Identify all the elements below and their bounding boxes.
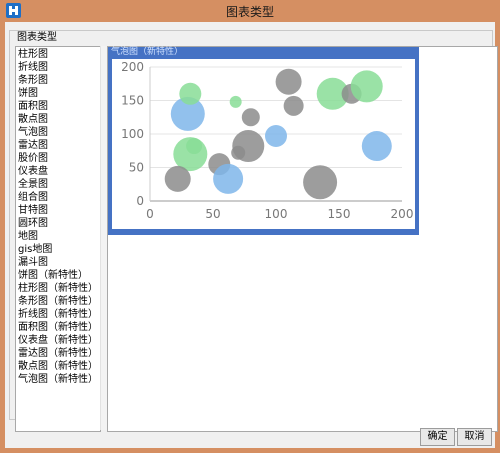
chart-type-item[interactable]: 股价图 (16, 152, 99, 165)
chart-type-item[interactable]: 全景图 (16, 178, 99, 191)
chart-thumbnail[interactable]: 气泡图（新特性） 0 50 100 150 200 0 50 100 150 200 (108, 47, 419, 235)
thumbnail-label: 气泡图（新特性） (111, 47, 184, 58)
bubble (350, 70, 383, 103)
chart-type-item[interactable]: 面积图 (16, 100, 99, 113)
group-title: 图表类型 (16, 32, 58, 44)
bubble (265, 125, 287, 148)
chart-type-item[interactable]: 地图 (16, 230, 99, 243)
y-tick-label: 150 (121, 94, 144, 108)
bubble (229, 95, 242, 108)
x-tick-label: 200 (391, 207, 414, 221)
chart-type-item[interactable]: 漏斗图 (16, 256, 99, 269)
chart-type-item[interactable]: 雷达图（新特性） (16, 347, 99, 360)
chart-type-item[interactable]: 组合图 (16, 191, 99, 204)
bubble (361, 131, 392, 162)
chart-type-item[interactable]: 甘特图 (16, 204, 99, 217)
y-tick-label: 50 (129, 161, 144, 175)
bubble-chart: 0 50 100 150 200 0 50 100 150 200 (121, 60, 414, 221)
chart-type-item[interactable]: 柱形图 (16, 48, 99, 61)
window-title: 图表类型 (225, 5, 274, 19)
x-tick-label: 150 (328, 207, 351, 221)
chart-type-item[interactable]: 折线图 (16, 61, 99, 74)
chart-type-item[interactable]: 柱形图（新特性） (16, 282, 99, 295)
chart-type-item[interactable]: 散点图（新特性） (16, 360, 99, 373)
bubble (179, 82, 202, 105)
bubble (275, 68, 302, 95)
chart-canvas: 0 50 100 150 200 0 50 100 150 200 (112, 59, 415, 229)
chart-type-group: 图表类型 柱形图 折线图 条形图 饼图 面积图 散点图 气泡图 雷达图 股价图 仪表盘 全景图 组合图… (9, 30, 498, 432)
x-tick-label: 50 (205, 207, 220, 221)
cancel-button[interactable]: 取消 (457, 428, 492, 446)
chart-type-item[interactable]: 气泡图 (16, 126, 99, 139)
chart-type-list[interactable]: 柱形图 折线图 条形图 饼图 面积图 散点图 气泡图 雷达图 股价图 仪表盘 全景图 组合图 甘特图 圆环… (15, 46, 101, 432)
list-scrollbar[interactable] (100, 46, 107, 430)
chart-type-item[interactable]: 条形图（新特性） (16, 295, 99, 308)
preview-area: 气泡图（新特性） 0 50 100 150 200 0 50 100 150 200 (107, 46, 498, 432)
y-tick-label: 0 (136, 194, 144, 208)
y-tick-label: 100 (121, 127, 144, 141)
chart-type-item[interactable]: 饼图（新特性） (16, 269, 99, 282)
title-bar: 图表类型 (0, 0, 500, 22)
chart-type-item[interactable]: 条形图 (16, 74, 99, 87)
ok-button[interactable]: 确定 (420, 428, 455, 446)
chart-type-item[interactable]: 气泡图（新特性） (16, 373, 99, 386)
chart-type-item[interactable]: 雷达图 (16, 139, 99, 152)
y-tick-label: 200 (121, 60, 144, 74)
chart-type-item[interactable]: 仪表盘 (16, 165, 99, 178)
bubble (303, 165, 338, 200)
x-tick-label: 0 (146, 207, 154, 221)
chart-type-item[interactable]: gis地图 (16, 243, 99, 256)
x-tick-label: 100 (265, 207, 288, 221)
bubble (231, 145, 246, 160)
chart-type-item[interactable]: 散点图 (16, 113, 99, 126)
dialog-client-area: 图表类型 柱形图 折线图 条形图 饼图 面积图 散点图 气泡图 雷达图 股价图 仪表盘 全景图 组合图… (5, 22, 498, 448)
chart-type-item[interactable]: 折线图（新特性） (16, 308, 99, 321)
chart-type-item[interactable]: 圆环图 (16, 217, 99, 230)
chart-type-item[interactable]: 仪表盘（新特性） (16, 334, 99, 347)
bubble (283, 95, 304, 116)
bubble (241, 108, 260, 127)
bubble (164, 165, 191, 192)
bubble (186, 138, 203, 155)
chart-type-item[interactable]: 饼图 (16, 87, 99, 100)
chart-type-item[interactable]: 面积图（新特性） (16, 321, 99, 334)
bubble (213, 163, 244, 194)
